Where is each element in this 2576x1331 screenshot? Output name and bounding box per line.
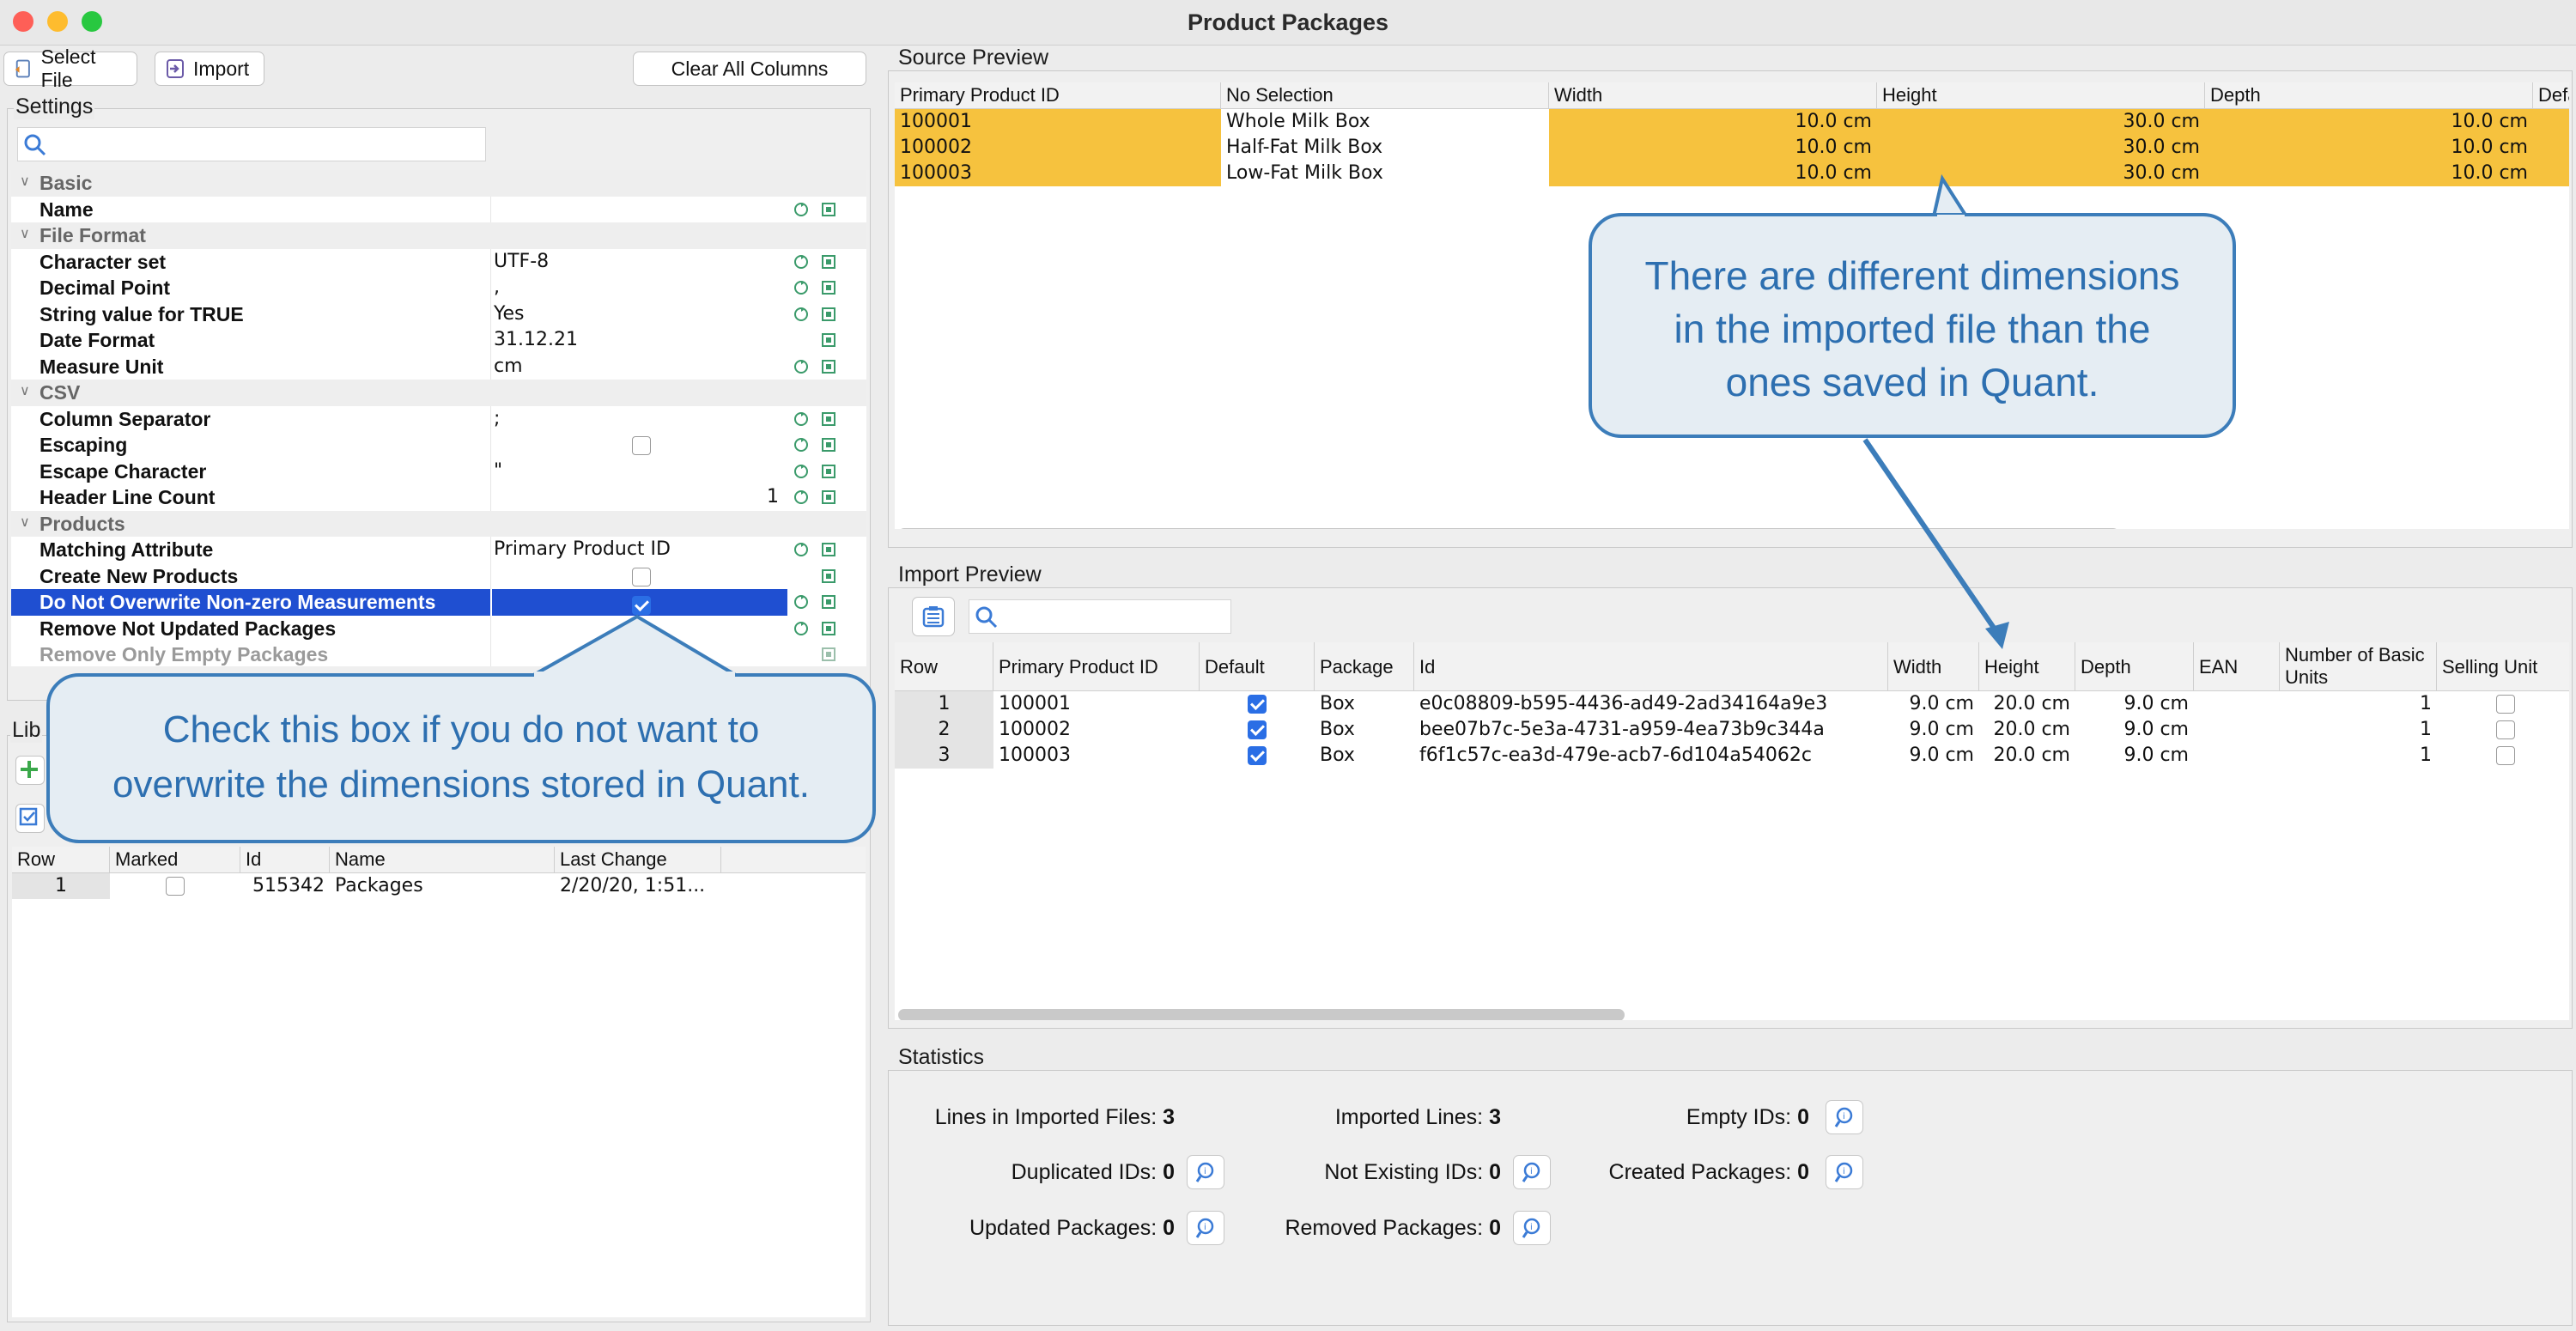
callout-dimensions-tail (1931, 173, 1970, 218)
arrow-to-height-column (1862, 438, 2002, 637)
callout-checkbox: Check this box if you do not want to ove… (46, 673, 876, 843)
callout-checkbox-tail (524, 614, 745, 678)
callout-arrows (524, 173, 2009, 678)
callout-seam (534, 672, 735, 678)
callout-text: in the imported file than the (1674, 307, 2151, 351)
callout-seam (1937, 215, 1965, 220)
callout-text: There are different dimensions (1644, 253, 2180, 298)
callout-text: Check this box if you do not want to (162, 708, 760, 751)
callout-text: overwrite the dimensions stored in Quant… (112, 763, 810, 805)
callout-dimensions: There are different dimensions in the im… (1589, 213, 2236, 438)
arrow-head (1985, 622, 2009, 649)
callout-text: ones saved in Quant. (1725, 360, 2099, 404)
